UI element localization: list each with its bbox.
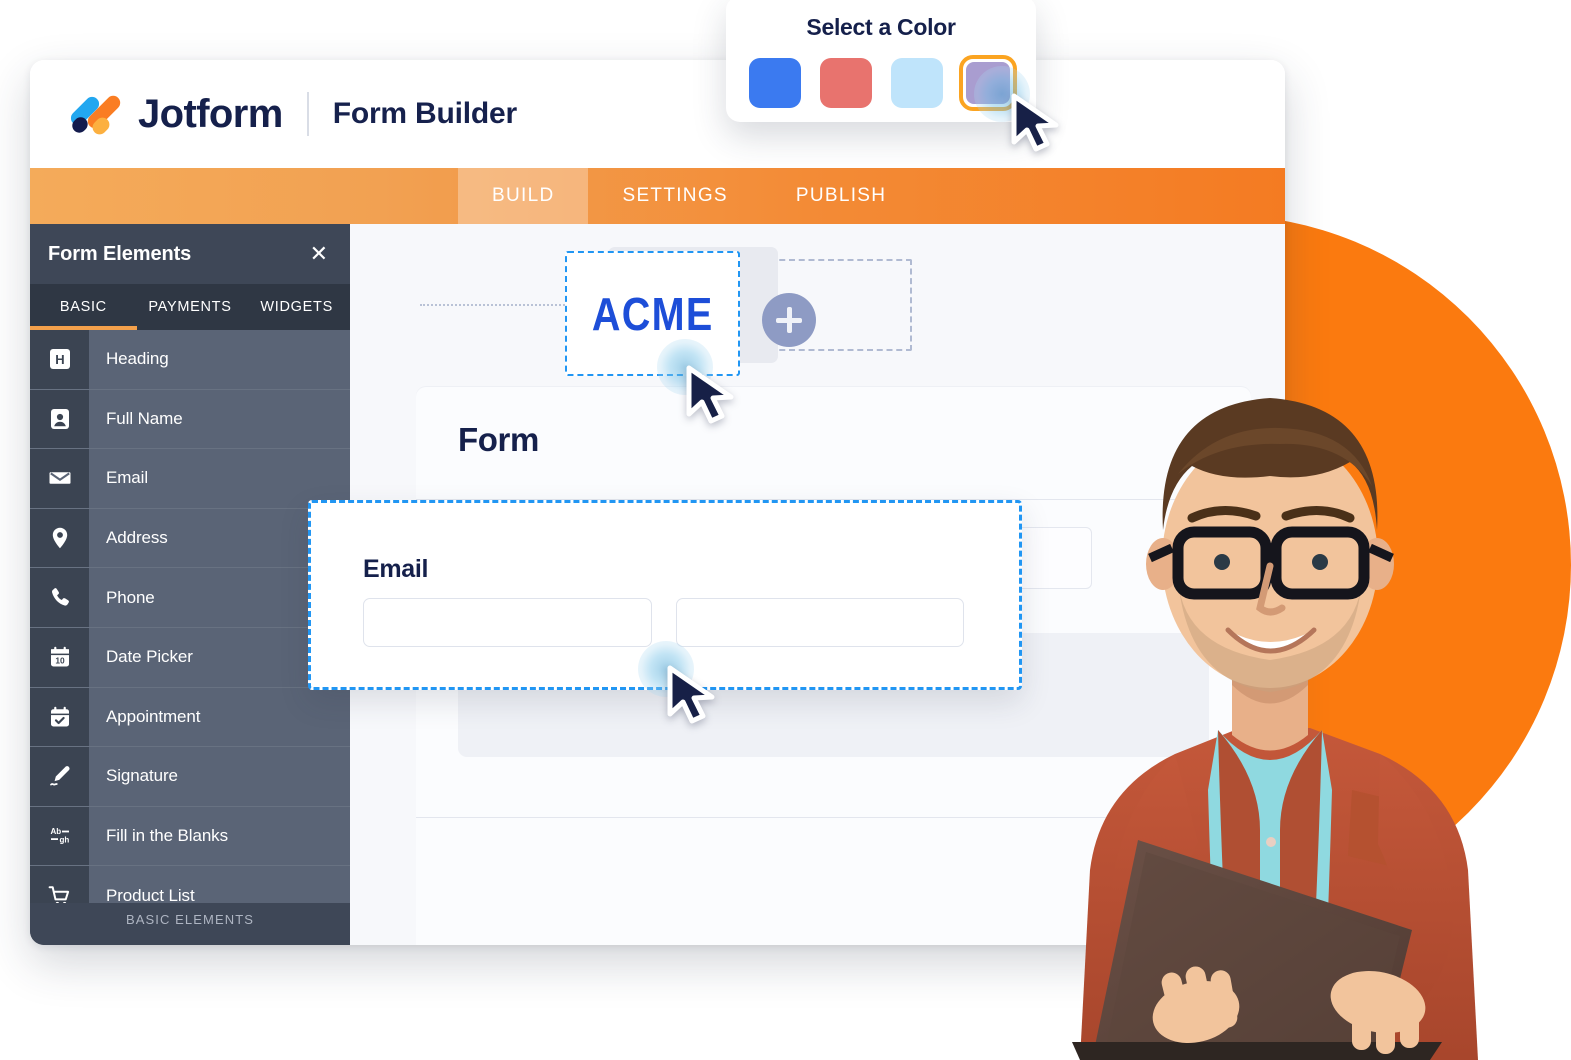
sidebar-item-label: Appointment	[106, 706, 201, 726]
color-picker-popup: Select a Color	[726, 0, 1036, 122]
plus-icon[interactable]	[762, 293, 816, 347]
signature-pen-icon	[30, 747, 89, 806]
brand-name: Jotform	[138, 91, 283, 136]
color-picker-title: Select a Color	[806, 14, 956, 40]
calendar-check-icon	[30, 687, 89, 747]
sidebar-tab-payments[interactable]: PAYMENTS	[137, 284, 244, 330]
logo-row-dotted-line	[420, 304, 568, 306]
sidebar-header: Form Elements ✕	[30, 224, 350, 284]
product-name: Form Builder	[332, 97, 517, 130]
form-section-divider	[416, 817, 1251, 818]
logo-drop-row: ACME	[420, 247, 920, 376]
heading-icon: H	[30, 330, 89, 389]
sidebar-item-label: Email	[106, 468, 149, 488]
sidebar-tab-basic[interactable]: BASIC	[30, 284, 137, 330]
sidebar-item-product-list[interactable]: Product List	[30, 866, 350, 903]
email-form-element[interactable]: Email	[308, 500, 1022, 690]
sidebar-item-label: Date Picker	[106, 647, 193, 667]
page-title: Form	[458, 421, 539, 458]
tab-build[interactable]: BUILD	[458, 168, 589, 224]
email-input-left[interactable]	[363, 598, 652, 647]
app-header: Jotform Form Builder	[30, 60, 1285, 168]
acme-logo-element[interactable]: ACME	[565, 251, 740, 376]
color-swatch-purple[interactable]	[958, 55, 1017, 111]
map-pin-icon	[30, 508, 89, 568]
sidebar-footer: BASIC ELEMENTS	[30, 903, 350, 945]
jotform-logo-icon	[68, 92, 124, 138]
acme-logo-text: ACME	[591, 287, 714, 340]
sidebar-item-address[interactable]: Address	[30, 508, 350, 569]
sidebar-item-label: Fill in the Blanks	[106, 826, 228, 846]
sidebar-item-heading[interactable]: H Heading	[30, 330, 350, 390]
sidebar-tab-widgets[interactable]: WIDGETS	[243, 284, 350, 330]
svg-text:H: H	[55, 352, 64, 367]
tab-publish[interactable]: PUBLISH	[762, 168, 920, 224]
svg-text:gh: gh	[59, 835, 69, 844]
color-swatch-blue[interactable]	[746, 55, 804, 111]
form-elements-sidebar: Form Elements ✕ BASIC PAYMENTS WIDGETS H…	[30, 224, 350, 945]
header-divider	[306, 92, 309, 136]
user-card-icon	[30, 389, 89, 449]
color-swatch-salmon[interactable]	[817, 55, 875, 111]
sidebar-item-full-name[interactable]: Full Name	[30, 389, 350, 450]
sidebar-item-label: Phone	[106, 587, 155, 607]
close-icon[interactable]: ✕	[310, 243, 328, 265]
sidebar-item-fill-in-the-blanks[interactable]: Ab gh Fill in the Blanks	[30, 806, 350, 867]
email-field-label: Email	[363, 555, 429, 583]
color-swatch-row	[726, 55, 1036, 111]
sidebar-footer-label: BASIC ELEMENTS	[125, 912, 255, 927]
email-input-row	[363, 598, 964, 647]
phone-icon	[30, 568, 89, 627]
shopping-cart-icon	[30, 866, 89, 903]
sidebar-item-phone[interactable]: Phone	[30, 568, 350, 628]
envelope-icon	[30, 449, 89, 508]
sidebar-item-label: Product List	[106, 885, 195, 903]
sidebar-item-date-picker[interactable]: 10 Date Picker	[30, 627, 350, 688]
fill-blanks-icon: Ab gh	[30, 806, 89, 866]
sidebar-element-list: H Heading Full Name Email Address Phone …	[30, 330, 350, 903]
sidebar-item-email[interactable]: Email	[30, 449, 350, 509]
screenshot-stage: Jotform Form Builder BUILD SETTINGS PUBL…	[0, 0, 1571, 1060]
main-nav-bar: BUILD SETTINGS PUBLISH	[30, 168, 1285, 224]
email-input-right[interactable]	[675, 598, 964, 647]
background-field-box	[1016, 527, 1092, 589]
sidebar-item-label: Address	[106, 528, 168, 548]
tab-settings[interactable]: SETTINGS	[588, 168, 761, 224]
sidebar-tabs: BASIC PAYMENTS WIDGETS	[30, 284, 350, 330]
color-swatch-light-blue[interactable]	[888, 55, 946, 111]
svg-text:10: 10	[55, 656, 65, 666]
sidebar-item-label: Full Name	[106, 408, 183, 428]
sidebar-item-label: Signature	[106, 766, 178, 786]
sidebar-item-signature[interactable]: Signature	[30, 747, 350, 807]
sidebar-item-label: Heading	[106, 349, 169, 369]
sidebar-title: Form Elements	[48, 242, 192, 265]
sidebar-item-appointment[interactable]: Appointment	[30, 687, 350, 748]
calendar-10-icon: 10	[30, 627, 89, 687]
